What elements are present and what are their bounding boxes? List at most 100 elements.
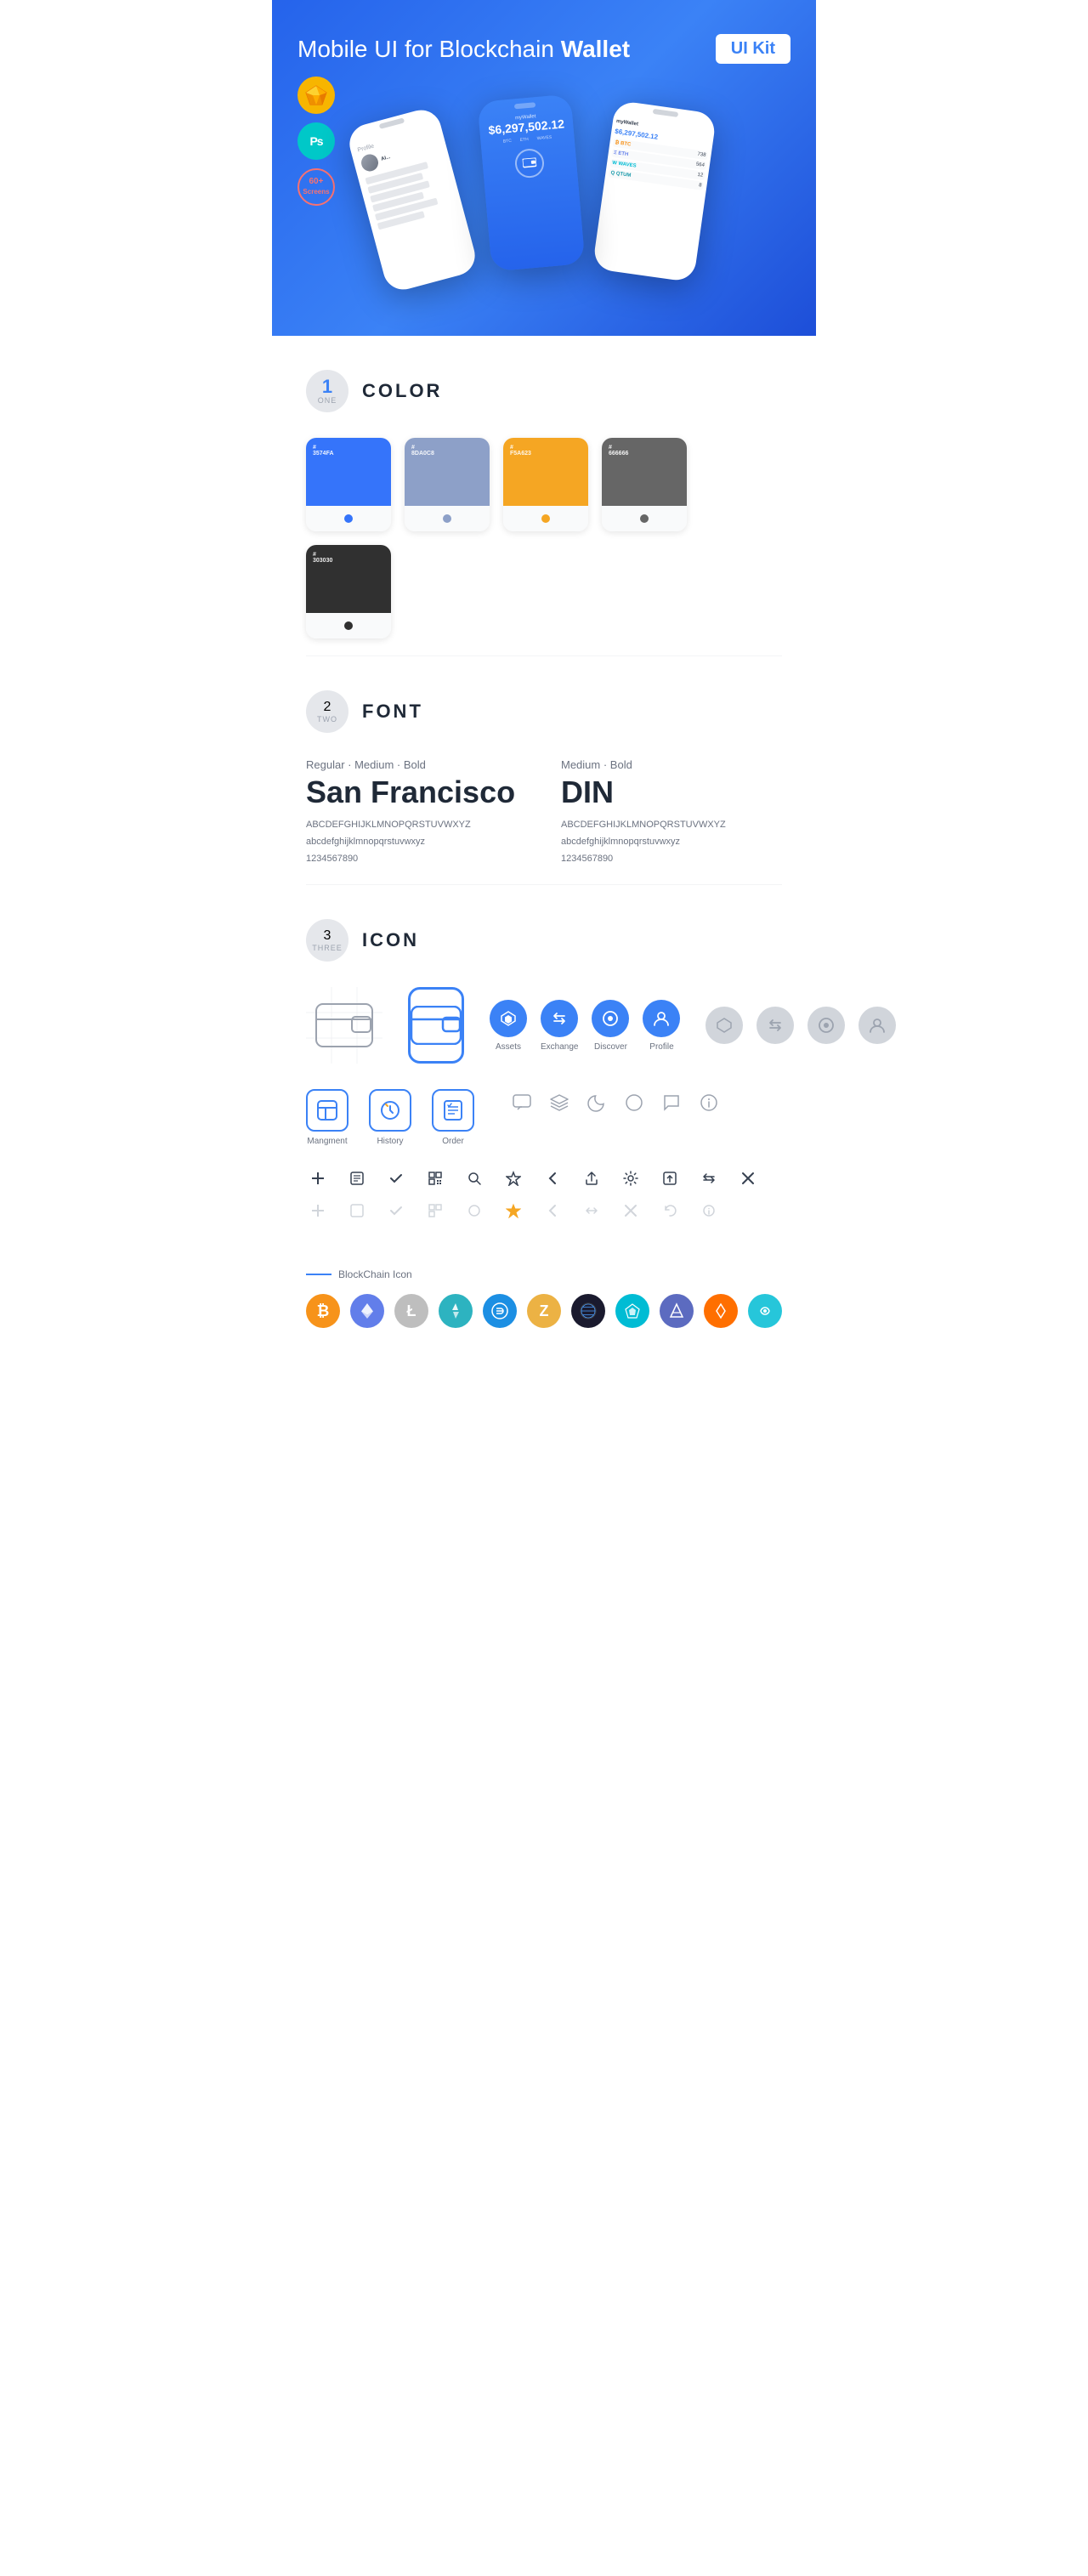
icon-management: Mangment <box>306 1089 348 1146</box>
icon-settings <box>619 1166 643 1190</box>
color-section-title: COLOR <box>362 380 442 402</box>
crypto-ethereum <box>350 1294 384 1328</box>
app-icons-row: Mangment History <box>306 1089 782 1146</box>
icon-info-gray <box>697 1199 721 1223</box>
phone-right: myWallet $6,297,502.12 ₿ BTC 738 Ξ ETH 5… <box>592 100 717 283</box>
sf-numbers: 1234567890 <box>306 851 527 868</box>
icon-back <box>541 1166 564 1190</box>
icon-swap <box>697 1166 721 1190</box>
color-swatches: #3574FA #8DA0C8 #F5A623 <box>306 438 782 638</box>
phone-center: myWallet $6,297,502.12 BTC ETH WAVES <box>477 94 585 272</box>
icon-back-gray <box>541 1199 564 1223</box>
crypto-swipe <box>748 1294 782 1328</box>
icon-info <box>695 1089 722 1116</box>
icon-discover: Discover <box>592 1000 629 1052</box>
icon-profile: Profile <box>643 1000 680 1052</box>
icon-x-gray <box>619 1199 643 1223</box>
icon-chat <box>508 1089 536 1116</box>
sf-uppercase: ABCDEFGHIJKLMNOPQRSTUVWXYZ <box>306 817 527 834</box>
crypto-augur <box>439 1294 473 1328</box>
icon-history: History <box>369 1089 411 1146</box>
icon-export <box>658 1166 682 1190</box>
font-section-number: 2 TWO <box>306 690 348 733</box>
small-icons-row2 <box>306 1199 782 1223</box>
blockchain-section: BlockChain Icon ₿ Ł Z <box>272 1260 816 1353</box>
icon-moon <box>583 1089 610 1116</box>
crypto-dash <box>483 1294 517 1328</box>
crypto-litecoin: Ł <box>394 1294 428 1328</box>
icon-order: Order <box>432 1089 474 1146</box>
color-section-header: 1 ONE COLOR <box>306 370 782 412</box>
font-section-title: FONT <box>362 701 423 723</box>
icon-check <box>384 1166 408 1190</box>
sf-lowercase: abcdefghijklmnopqrstuvwxyz <box>306 834 527 851</box>
color-swatch-2: #8DA0C8 <box>405 438 490 531</box>
nav-icons-colored: Assets Exchange Discove <box>490 1000 680 1052</box>
icon-profile-gray <box>858 1007 896 1044</box>
crypto-bitcoin: ₿ <box>306 1294 340 1328</box>
font-grid: Regular · Medium · Bold San Francisco AB… <box>306 758 782 867</box>
font-section: 2 TWO FONT Regular · Medium · Bold San F… <box>272 656 816 884</box>
phone-left: Profile AI... <box>345 105 479 294</box>
blockchain-line <box>306 1274 332 1275</box>
crypto-icons: ₿ Ł Z <box>306 1294 782 1328</box>
color-swatch-5: #303030 <box>306 545 391 638</box>
icon-edit-gray <box>345 1199 369 1223</box>
icon-circle <box>620 1089 648 1116</box>
icon-layers <box>546 1089 573 1116</box>
nav-icons-gray <box>706 1007 896 1044</box>
blockchain-label: BlockChain Icon <box>306 1268 782 1280</box>
icon-chat2 <box>658 1089 685 1116</box>
icon-discover-gray <box>808 1007 845 1044</box>
crypto-waves <box>615 1294 649 1328</box>
hero-section: UI Kit Mobile UI for Blockchain Wallet P… <box>272 0 816 336</box>
font-din: Medium · Bold DIN ABCDEFGHIJKLMNOPQRSTUV… <box>561 758 782 867</box>
icon-exchange-gray <box>756 1007 794 1044</box>
icon-section-title: ICON <box>362 929 419 951</box>
icon-section-header: 3 THREE ICON <box>306 919 782 962</box>
crypto-zcash: Z <box>527 1294 561 1328</box>
din-lowercase: abcdefghijklmnopqrstuvwxyz <box>561 834 782 851</box>
color-section: 1 ONE COLOR #3574FA #8DA0C8 #F5A6 <box>272 336 816 655</box>
icon-exchange: Exchange <box>541 1000 578 1052</box>
icon-qr <box>423 1166 447 1190</box>
icon-check-gray <box>384 1199 408 1223</box>
crypto-aion <box>660 1294 694 1328</box>
icon-construction-row: Assets Exchange Discove <box>306 987 782 1064</box>
icon-assets-gray <box>706 1007 743 1044</box>
icon-section: 3 THREE ICON <box>272 885 816 1260</box>
crypto-matic <box>704 1294 738 1328</box>
icon-plus <box>306 1166 330 1190</box>
icon-star-yellow <box>502 1199 525 1223</box>
din-font-name: DIN <box>561 775 782 810</box>
sf-font-name: San Francisco <box>306 775 527 810</box>
color-swatch-4: #666666 <box>602 438 687 531</box>
font-san-francisco: Regular · Medium · Bold San Francisco AB… <box>306 758 527 867</box>
icon-construction-grid <box>306 987 382 1064</box>
din-uppercase: ABCDEFGHIJKLMNOPQRSTUVWXYZ <box>561 817 782 834</box>
color-section-number: 1 ONE <box>306 370 348 412</box>
font-section-header: 2 TWO FONT <box>306 690 782 733</box>
icon-wallet-final <box>408 987 464 1064</box>
din-style-label: Medium · Bold <box>561 758 782 771</box>
icon-share <box>580 1166 604 1190</box>
color-swatch-1: #3574FA <box>306 438 391 531</box>
crypto-grid <box>571 1294 605 1328</box>
din-numbers: 1234567890 <box>561 851 782 868</box>
icon-search <box>462 1166 486 1190</box>
phone-mockups: Profile AI... <box>298 98 790 285</box>
icon-close <box>736 1166 760 1190</box>
small-icons-row1 <box>306 1166 782 1190</box>
icon-qr-gray <box>423 1199 447 1223</box>
ui-kit-badge: UI Kit <box>716 34 790 64</box>
icon-edit <box>345 1166 369 1190</box>
icon-circle-gray <box>462 1199 486 1223</box>
misc-icons <box>508 1089 722 1116</box>
icon-section-number: 3 THREE <box>306 919 348 962</box>
icon-undo-gray <box>658 1199 682 1223</box>
icon-assets: Assets <box>490 1000 527 1052</box>
sf-style-label: Regular · Medium · Bold <box>306 758 527 771</box>
icon-plus-gray <box>306 1199 330 1223</box>
icon-arrows-gray <box>580 1199 604 1223</box>
icon-star <box>502 1166 525 1190</box>
